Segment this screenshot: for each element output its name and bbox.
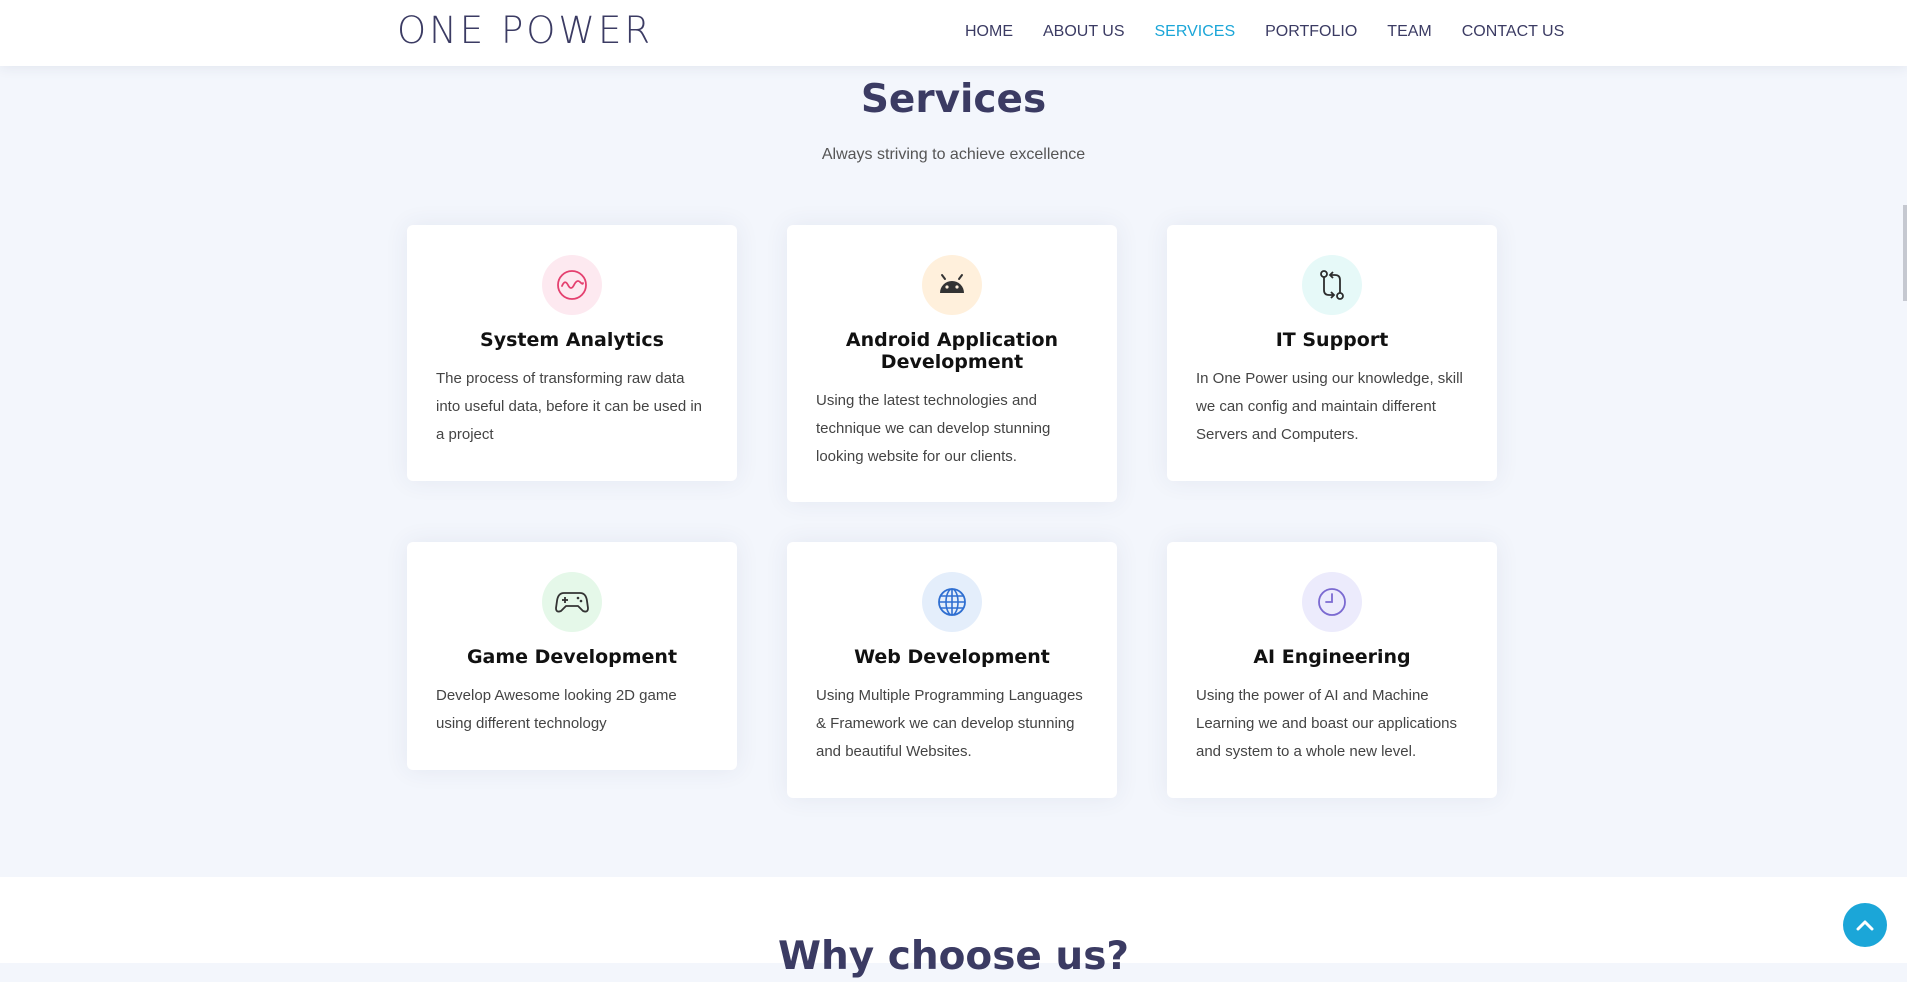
card-description: Using Multiple Programming Languages & F…: [816, 687, 1083, 760]
card-description: The process of transforming raw data int…: [436, 370, 703, 443]
site-logo[interactable]: ONE POWER: [397, 9, 653, 53]
service-card-ai-engineering: AI Engineering Using the power of AI and…: [1167, 542, 1497, 798]
service-card-it-support: IT Support In One Power using our knowle…: [1167, 225, 1497, 481]
nav-menu: HOME ABOUT US SERVICES PORTFOLIO TEAM CO…: [965, 22, 1594, 42]
service-card-game-development: Game Development Develop Awesome looking…: [407, 542, 737, 770]
card-title: AI Engineering: [1253, 646, 1411, 668]
why-choose-us-title: Why choose us?: [777, 934, 1130, 979]
activity-icon: [542, 255, 602, 315]
nav-portfolio[interactable]: PORTFOLIO: [1265, 22, 1357, 42]
globe-icon: [922, 572, 982, 632]
card-title: Web Development: [854, 646, 1050, 668]
card-title: IT Support: [1275, 329, 1389, 351]
navbar: ONE POWER HOME ABOUT US SERVICES PORTFOL…: [0, 0, 1907, 66]
services-subtitle: Always striving to achieve excellence: [821, 146, 1086, 163]
service-card-android-development: Android Application Development Using th…: [787, 225, 1117, 502]
card-description: Using the latest technologies and techni…: [816, 392, 1051, 465]
card-title: Android Application Development: [845, 329, 1059, 373]
services-title: Services: [860, 77, 1047, 122]
git-compare-icon: [1302, 255, 1362, 315]
card-description: Develop Awesome looking 2D game using di…: [436, 687, 677, 732]
card-description: Using the power of AI and Machine Learni…: [1196, 687, 1458, 760]
back-to-top-button[interactable]: [1843, 903, 1887, 947]
card-title: System Analytics: [480, 329, 664, 351]
service-card-system-analytics: System Analytics The process of transfor…: [407, 225, 737, 481]
android-icon: [922, 255, 982, 315]
nav-contact-us[interactable]: CONTACT US: [1462, 22, 1565, 42]
clock-icon: [1302, 572, 1362, 632]
gamepad-icon: [542, 572, 602, 632]
service-card-web-development: Web Development Using Multiple Programmi…: [787, 542, 1117, 798]
card-title: Game Development: [466, 646, 678, 668]
nav-services[interactable]: SERVICES: [1155, 22, 1236, 42]
nav-home[interactable]: HOME: [965, 22, 1013, 42]
card-description: In One Power using our knowledge, skill …: [1196, 370, 1463, 443]
nav-about-us[interactable]: ABOUT US: [1043, 22, 1125, 42]
chevron-up-icon: [1856, 920, 1874, 931]
nav-team[interactable]: TEAM: [1387, 22, 1431, 42]
page-scrollbar[interactable]: [1903, 205, 1907, 301]
